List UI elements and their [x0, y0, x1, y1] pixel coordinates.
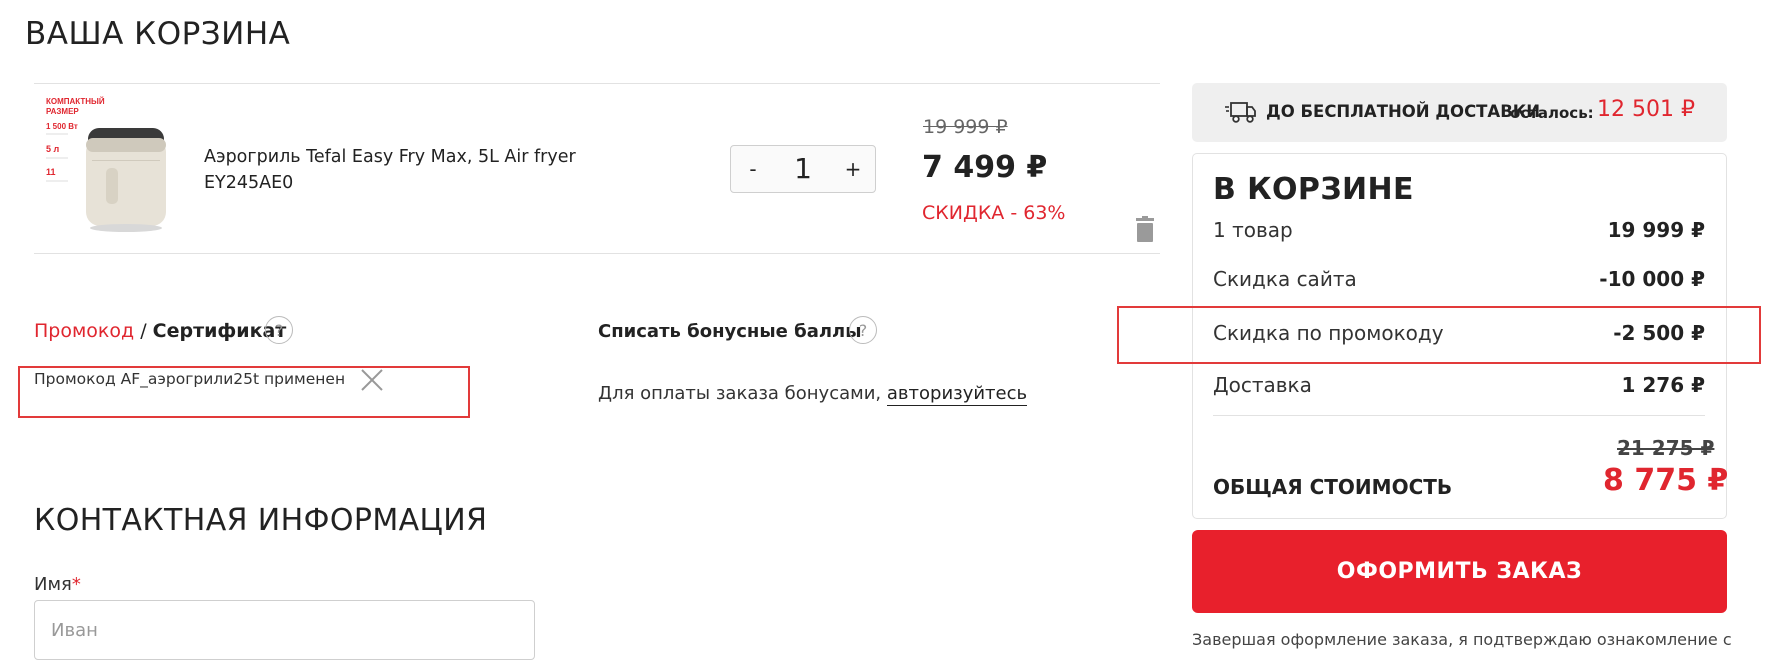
delivery-amount: 12 501 ₽ [1597, 97, 1695, 122]
divider [1213, 415, 1705, 416]
total-label: ОБЩАЯ СТОИМОСТЬ [1213, 475, 1453, 499]
summary-title: В КОРЗИНЕ [1213, 172, 1414, 207]
product-image[interactable]: КОМПАКТНЫЙ РАЗМЕР 1 500 Вт 5 л 11 [46, 96, 174, 236]
summary-row-label: Скидка по промокоду [1213, 321, 1444, 345]
qty-plus-button[interactable]: + [831, 146, 875, 192]
tab-promo-code[interactable]: Промокод [34, 320, 134, 342]
quantity-stepper: - 1 + [730, 145, 876, 193]
summary-row-label: Скидка сайта [1213, 267, 1357, 291]
summary-row-value: -2 500 ₽ [1613, 321, 1705, 345]
price: 7 499 ₽ [922, 150, 1048, 185]
total-price: 8 775 ₽ [1603, 463, 1729, 498]
image-label-4: 5 л [46, 144, 60, 154]
summary-row-site-discount: Скидка сайта -10 000 ₽ [1213, 267, 1705, 297]
summary-row-promo-discount: Скидка по промокоду -2 500 ₽ [1213, 321, 1705, 351]
truck-icon [1225, 102, 1256, 123]
qty-value[interactable]: 1 [775, 146, 831, 192]
divider [34, 83, 1160, 84]
login-link[interactable]: авторизуйтесь [886, 383, 1028, 406]
summary-row-delivery: Доставка 1 276 ₽ [1213, 373, 1705, 403]
delivery-left-label: осталось: [1510, 104, 1594, 122]
discount-label: СКИДКА - 63% [922, 202, 1066, 224]
close-icon[interactable] [360, 368, 384, 392]
summary-row-label: Доставка [1213, 373, 1312, 397]
product-name[interactable]: Аэрогриль Tefal Easy Fry Max, 5L Air fry… [204, 144, 604, 196]
summary-row-value: 19 999 ₽ [1607, 218, 1705, 242]
bonus-help-icon[interactable]: ? [849, 316, 877, 344]
summary-row-value: -10 000 ₽ [1599, 267, 1705, 291]
bonus-text: Для оплаты заказа бонусами, авторизуйтес… [598, 383, 1028, 406]
consent-text: Завершая оформление заказа, я подтвержда… [1192, 630, 1732, 649]
bonus-text-label: Для оплаты заказа бонусами, [598, 383, 887, 404]
image-label-1: КОМПАКТНЫЙ [46, 97, 105, 106]
name-label: Имя* [34, 574, 81, 595]
image-label-3: 1 500 Вт [46, 122, 78, 131]
total-old-price: 21 275 ₽ [1617, 436, 1715, 460]
old-price: 19 999 ₽ [923, 116, 1008, 138]
promo-tabs: Промокод / Сертификат [34, 320, 286, 342]
trash-icon[interactable] [1134, 216, 1156, 242]
contact-title: КОНТАКТНАЯ ИНФОРМАЦИЯ [34, 503, 488, 538]
page-title: ВАША КОРЗИНА [25, 16, 291, 52]
promo-help-icon[interactable]: ? [265, 316, 293, 344]
name-input[interactable] [34, 600, 535, 660]
name-label-text: Имя [34, 574, 72, 595]
summary-row-items: 1 товар 19 999 ₽ [1213, 218, 1705, 248]
required-mark: * [71, 574, 81, 595]
summary-row-label: 1 товар [1213, 218, 1293, 242]
summary-row-value: 1 276 ₽ [1621, 373, 1705, 397]
checkout-button[interactable]: ОФОРМИТЬ ЗАКАЗ [1192, 530, 1727, 613]
promo-applied-text: Промокод AF_аэрогрили25t применен [34, 370, 346, 388]
delivery-text: ДО БЕСПЛАТНОЙ ДОСТАВКИ [1266, 102, 1541, 121]
divider [34, 253, 1160, 254]
bonus-title: Списать бонусные баллы [598, 321, 862, 342]
image-label-5: 11 [46, 167, 56, 177]
qty-minus-button[interactable]: - [731, 146, 775, 192]
tab-separator: / [134, 320, 153, 342]
free-delivery-bar: ДО БЕСПЛАТНОЙ ДОСТАВКИ осталось: 12 501 … [1192, 83, 1727, 142]
image-label-2: РАЗМЕР [46, 107, 79, 116]
